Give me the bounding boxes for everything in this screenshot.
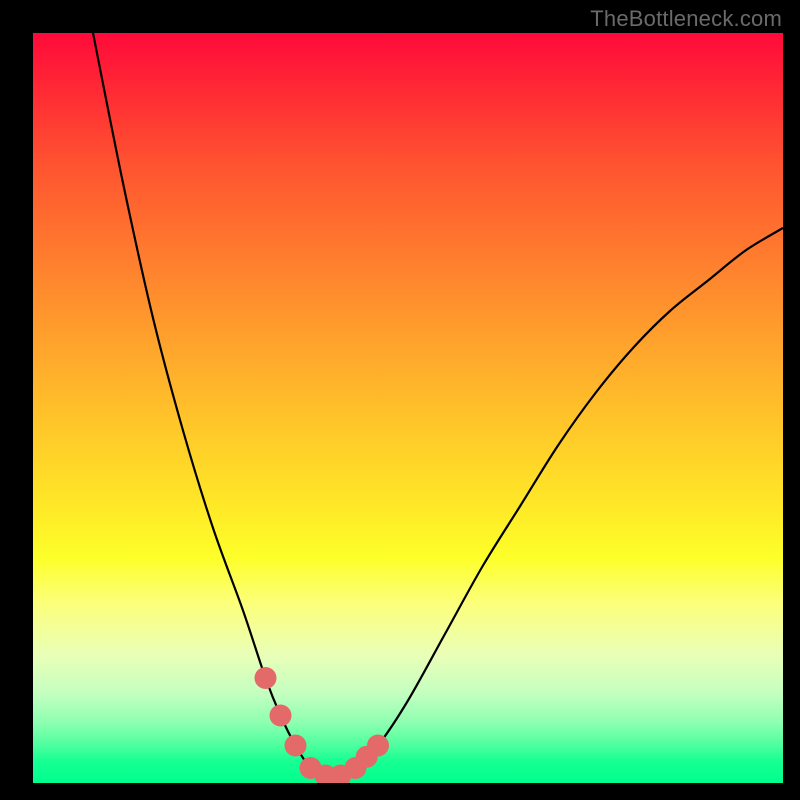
highlight-marker	[285, 735, 307, 757]
watermark-text: TheBottleneck.com	[590, 6, 782, 32]
highlight-marker	[270, 705, 292, 727]
highlight-markers	[255, 667, 390, 783]
chart-svg	[33, 33, 783, 783]
bottleneck-curve	[93, 33, 783, 776]
plot-area	[33, 33, 783, 783]
highlight-marker	[367, 735, 389, 757]
highlight-marker	[255, 667, 277, 689]
